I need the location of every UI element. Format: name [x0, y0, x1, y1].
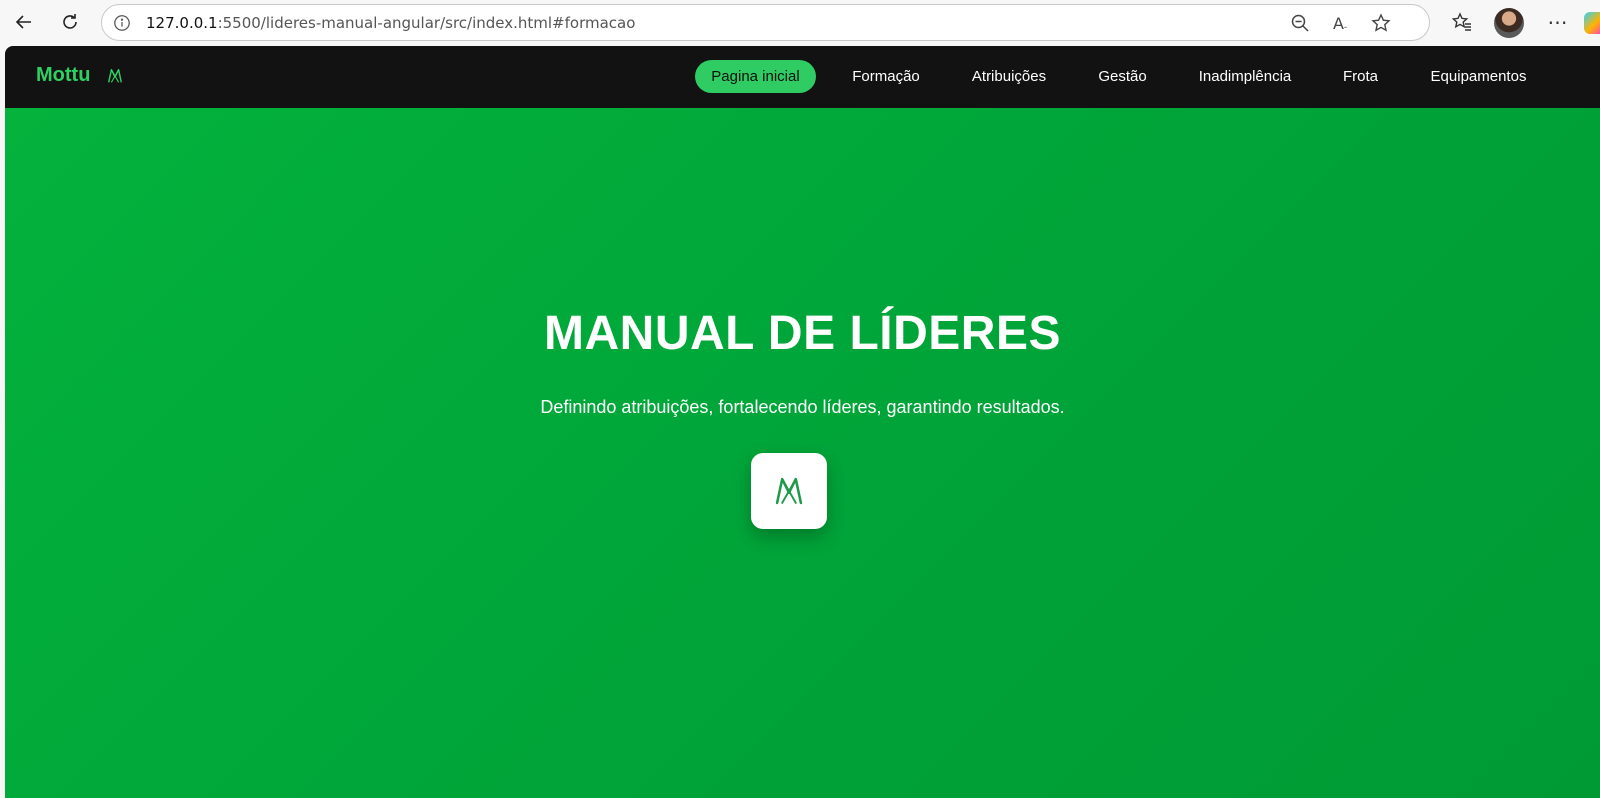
copilot-icon[interactable]: [1584, 12, 1600, 34]
nav-item-atribuicoes[interactable]: Atribuições: [970, 60, 1048, 93]
address-bar[interactable]: 127.0.0.1:5500/lideres-manual-angular/sr…: [101, 4, 1430, 41]
url-host: 127.0.0.1: [146, 14, 218, 32]
nav-item-formacao[interactable]: Formação: [851, 60, 921, 93]
nav-item-pagina-inicial[interactable]: Pagina inicial: [695, 60, 816, 93]
info-icon[interactable]: [112, 13, 132, 33]
nav-item-inadimplencia[interactable]: Inadimplência: [1197, 60, 1293, 93]
reload-icon[interactable]: [50, 2, 90, 42]
favorites-icon[interactable]: [1450, 10, 1474, 34]
nav-item-equipamentos[interactable]: Equipamentos: [1429, 60, 1528, 93]
url-path: :5500/lideres-manual-angular/src/index.h…: [217, 14, 636, 32]
nav-item-gestao[interactable]: Gestão: [1097, 60, 1148, 93]
url-text[interactable]: 127.0.0.1:5500/lideres-manual-angular/sr…: [146, 14, 635, 32]
hero-section: MANUAL DE LÍDERES Definindo atribuições,…: [5, 108, 1600, 798]
mottu-logo-icon: [775, 477, 803, 505]
hero-subtitle: Definindo atribuições, fortalecendo líde…: [540, 397, 1065, 417]
page-viewport: Mottu Pagina inicial Formação Atribuiçõe…: [5, 46, 1600, 798]
more-icon[interactable]: ⋯: [1546, 10, 1570, 34]
hero-title: MANUAL DE LÍDERES: [544, 307, 1061, 360]
back-arrow-icon[interactable]: [4, 2, 44, 42]
zoom-out-icon[interactable]: [1289, 12, 1311, 34]
avatar[interactable]: [1494, 8, 1524, 38]
site-navbar: Mottu Pagina inicial Formação Atribuiçõe…: [5, 46, 1600, 108]
hero-logo-card: [751, 453, 827, 529]
star-icon[interactable]: [1370, 12, 1392, 34]
nav-item-frota[interactable]: Frota: [1342, 60, 1379, 93]
nav-menu: Pagina inicial Formação Atribuições Gest…: [5, 60, 1600, 94]
read-aloud-icon[interactable]: Aꞈ: [1329, 12, 1351, 34]
browser-toolbar: 127.0.0.1:5500/lideres-manual-angular/sr…: [0, 0, 1600, 45]
